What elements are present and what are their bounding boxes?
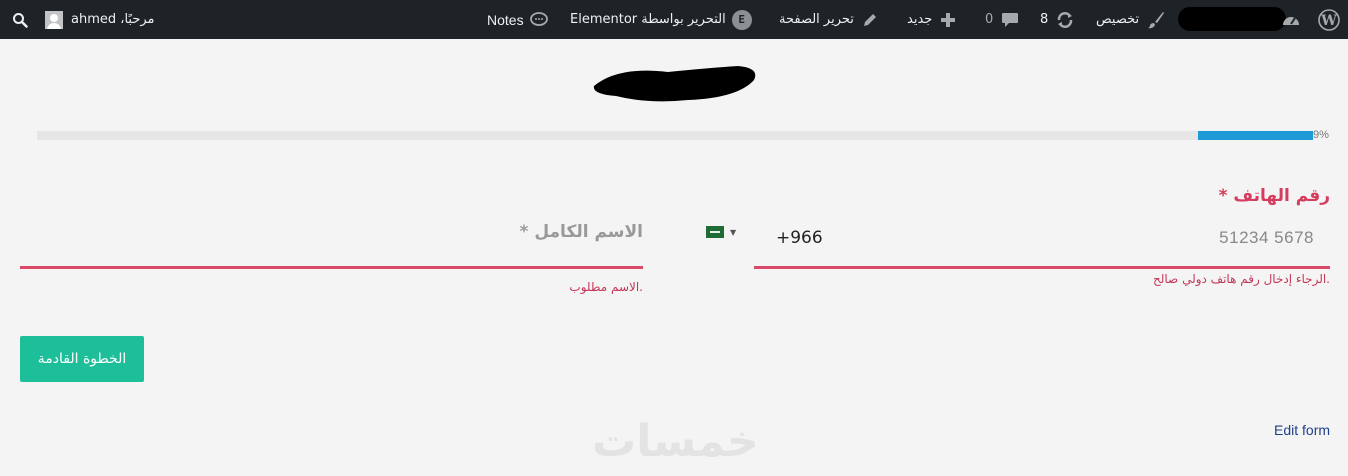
my-account-menu[interactable]: مرحبًا، ahmed — [45, 0, 155, 39]
comments-count: 0 — [985, 12, 994, 27]
redacted-site-name — [1178, 7, 1286, 31]
updates-menu[interactable]: 8 — [1040, 0, 1074, 39]
notes-menu[interactable]: Notes — [487, 0, 548, 39]
updates-icon — [1056, 11, 1074, 29]
search-button[interactable] — [12, 0, 28, 39]
admin-bar: مرحبًا، ahmed Notes التحرير بواسطة Eleme… — [0, 0, 1348, 39]
progress-bar-fill — [1198, 131, 1313, 140]
search-icon — [12, 12, 28, 28]
saudi-arabia-flag-icon — [706, 226, 724, 238]
edit-form-link[interactable]: Edit form — [1274, 422, 1330, 438]
phone-error-message: .الرجاء إدخال رقم هاتف دولي صالح — [1153, 272, 1330, 286]
edit-page-label: تحرير الصفحة — [779, 12, 854, 27]
phone-field[interactable]: ▼ +966 51234 5678 — [706, 214, 1330, 269]
phone-input[interactable]: 51234 5678 — [1219, 228, 1314, 248]
notes-label: Notes — [487, 11, 524, 28]
greeting-text: مرحبًا، ahmed — [71, 12, 155, 27]
wordpress-logo-icon: W — [1318, 8, 1340, 31]
comments-menu[interactable]: 0 — [985, 0, 1019, 39]
new-label: جديد — [907, 12, 933, 27]
new-content-menu[interactable]: جديد — [907, 0, 956, 39]
redacted-logo — [593, 66, 756, 102]
plus-icon — [940, 12, 956, 28]
dashboard-menu[interactable] — [1282, 0, 1300, 39]
wordpress-menu[interactable]: W — [1318, 0, 1340, 39]
full-name-field[interactable]: الاسم الكامل * — [20, 214, 643, 269]
customize-menu[interactable]: تخصيص — [1096, 0, 1165, 39]
country-code: +966 — [776, 228, 823, 248]
notes-icon — [529, 11, 548, 28]
country-selector[interactable]: ▼ — [706, 226, 736, 238]
dashboard-icon — [1282, 12, 1300, 28]
watermark: خمسات — [592, 416, 759, 467]
name-error-message: .الاسم مطلوب — [569, 280, 643, 294]
avatar — [45, 10, 63, 29]
progress-bar — [37, 131, 1313, 140]
progress-percent: 9% — [1313, 129, 1329, 141]
edit-page-menu[interactable]: تحرير الصفحة — [779, 0, 878, 39]
customize-label: تخصيص — [1096, 12, 1140, 27]
updates-count: 8 — [1040, 12, 1049, 27]
full-name-input[interactable]: الاسم الكامل * — [520, 222, 643, 242]
brush-icon — [1147, 11, 1165, 29]
comment-icon — [1001, 12, 1019, 28]
pencil-icon — [862, 12, 878, 28]
chevron-down-icon: ▼ — [730, 227, 737, 237]
phone-field-label: رقم الهاتف * — [1218, 186, 1330, 206]
svg-text:W: W — [1320, 13, 1337, 29]
elementor-edit-label: التحرير بواسطة Elementor — [570, 12, 726, 27]
elementor-edit-menu[interactable]: التحرير بواسطة Elementor E — [570, 0, 752, 39]
next-step-button[interactable]: الخطوة القادمة — [20, 336, 144, 382]
elementor-icon: E — [731, 9, 752, 30]
